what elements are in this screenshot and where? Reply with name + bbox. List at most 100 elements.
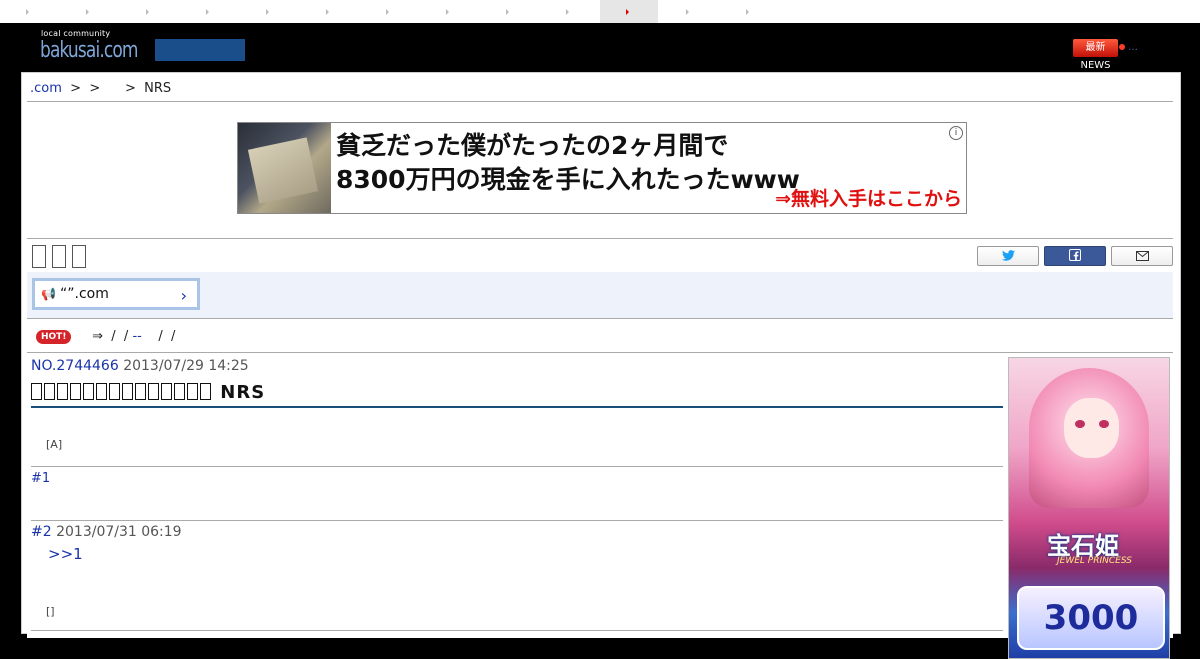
top-tab-5[interactable] — [240, 0, 298, 23]
reply-2-anchor-link[interactable]: >>1 — [48, 545, 83, 563]
hot-badge: HOT! — [36, 329, 72, 344]
top-tab-13[interactable] — [720, 0, 778, 23]
triangle-right-icon — [746, 9, 749, 15]
top-tab-2[interactable] — [60, 0, 118, 23]
breadcrumb-home-link[interactable]: .com — [30, 81, 62, 96]
missing-glyph — [96, 383, 107, 400]
thread-date: 2013/07/29 14:25 — [123, 358, 249, 374]
top-tab-9[interactable] — [480, 0, 538, 23]
side-ad-subtitle: JEWEL PRINCESS — [1057, 556, 1132, 566]
reply-2-number[interactable]: #2 — [31, 524, 52, 540]
triangle-right-icon — [326, 9, 329, 15]
hot-link[interactable]: -- — [132, 329, 141, 344]
side-ad-number: 3000 — [1017, 586, 1165, 650]
twitter-icon — [1001, 250, 1015, 261]
top-tab-1[interactable] — [0, 0, 58, 23]
category-title — [32, 245, 92, 272]
top-tab-4[interactable] — [180, 0, 238, 23]
triangle-right-icon — [26, 9, 29, 15]
character-face — [1064, 398, 1119, 458]
missing-glyph — [135, 383, 146, 400]
divider — [31, 520, 1003, 521]
divider — [27, 318, 1173, 319]
thread-number[interactable]: NO.2744466 — [31, 358, 119, 374]
reply-2-tag: [] — [46, 605, 55, 618]
hot-topics-row: HOT! ⇒ / / -- / / — [36, 327, 175, 347]
thread-title: NRS — [31, 382, 265, 403]
top-tab-8[interactable] — [420, 0, 478, 23]
missing-glyph — [83, 383, 94, 400]
thread-meta: NO.2744466 2013/07/29 14:25 — [31, 358, 1003, 374]
missing-glyph — [72, 245, 86, 268]
triangle-right-icon — [446, 9, 449, 15]
ad-photo — [238, 123, 331, 213]
ad-headline-2: 8300万円の現金を手に入れたったwww — [336, 165, 800, 194]
missing-glyph — [44, 383, 55, 400]
triangle-right-icon — [626, 9, 629, 15]
divider — [27, 101, 1173, 102]
hot-arrow: ⇒ — [92, 329, 104, 344]
triangle-right-icon — [386, 9, 389, 15]
announcement-text: “”.com — [60, 286, 109, 302]
megaphone-icon: 📢 — [41, 287, 56, 301]
title-underline — [31, 406, 1003, 408]
thread-title-suffix: NRS — [220, 382, 266, 403]
thread: NO.2744466 2013/07/29 14:25 NRS [A] #1 #… — [31, 358, 1003, 658]
facebook-icon — [1069, 249, 1081, 261]
reply-2-date: 2013/07/31 06:19 — [56, 524, 182, 540]
news-arrow-icon: … — [1128, 42, 1138, 53]
breadcrumb-trail: > > > NRS — [61, 81, 172, 96]
main-frame: .com > > > NRS 貧乏だった僕がたったの2ヶ月間で 8300万円の現… — [21, 72, 1181, 659]
announcement-link[interactable]: 📢 “”.com › — [32, 278, 200, 310]
missing-glyph — [57, 383, 68, 400]
top-tab-7[interactable] — [360, 0, 418, 23]
side-ad-banner[interactable]: 宝石姫 JEWEL PRINCESS 3000 — [1008, 357, 1170, 659]
missing-glyph — [148, 383, 159, 400]
triangle-right-icon — [566, 9, 569, 15]
missing-glyph — [161, 383, 172, 400]
share-twitter-button[interactable] — [977, 246, 1039, 266]
main-content: .com > > > NRS 貧乏だった僕がたったの2ヶ月間で 8300万円の現… — [27, 78, 1173, 659]
latest-news-badge[interactable]: 最新NEWS — [1073, 39, 1118, 71]
character-eye — [1099, 420, 1109, 428]
hot-sep-1: / / — [103, 329, 133, 344]
share-mail-button[interactable] — [1111, 246, 1173, 266]
divider — [31, 630, 1003, 631]
missing-glyph — [32, 245, 46, 268]
ad-info-icon[interactable]: i — [949, 126, 963, 140]
missing-glyph — [109, 383, 120, 400]
triangle-right-icon — [146, 9, 149, 15]
header-area-selector[interactable] — [155, 39, 245, 61]
reply-1-number[interactable]: #1 — [31, 471, 50, 486]
triangle-right-icon — [506, 9, 509, 15]
top-tab-12[interactable] — [660, 0, 718, 23]
ad-cta[interactable]: ⇒無料入手はここから — [775, 184, 962, 211]
missing-glyph — [174, 383, 185, 400]
missing-glyph — [70, 383, 81, 400]
missing-glyph — [122, 383, 133, 400]
divider — [27, 238, 1173, 239]
mail-icon — [1135, 251, 1149, 261]
chevron-right-icon: › — [180, 286, 187, 305]
character-eye — [1075, 420, 1085, 428]
missing-glyph — [200, 383, 211, 400]
triangle-right-icon — [86, 9, 89, 15]
triangle-right-icon — [686, 9, 689, 15]
triangle-right-icon — [206, 9, 209, 15]
top-tab-6[interactable] — [300, 0, 358, 23]
missing-glyph — [187, 383, 198, 400]
top-tab-11[interactable] — [600, 0, 658, 23]
reply-2-meta: #2 2013/07/31 06:19 — [31, 524, 182, 540]
divider — [27, 352, 1173, 353]
site-logo[interactable]: bakusai.com — [40, 38, 138, 63]
divider — [31, 466, 1003, 467]
post-1-tag: [A] — [46, 438, 63, 451]
ad-banner[interactable]: 貧乏だった僕がたったの2ヶ月間で 8300万円の現金を手に入れたったwww ⇒無… — [237, 122, 967, 214]
top-tab-3[interactable] — [120, 0, 178, 23]
ad-headline-1: 貧乏だった僕がたったの2ヶ月間で — [336, 131, 729, 160]
triangle-right-icon — [266, 9, 269, 15]
missing-glyph — [52, 245, 66, 268]
top-tab-10[interactable] — [540, 0, 598, 23]
share-facebook-button[interactable] — [1044, 246, 1106, 266]
breadcrumb: .com > > > NRS — [30, 81, 171, 96]
